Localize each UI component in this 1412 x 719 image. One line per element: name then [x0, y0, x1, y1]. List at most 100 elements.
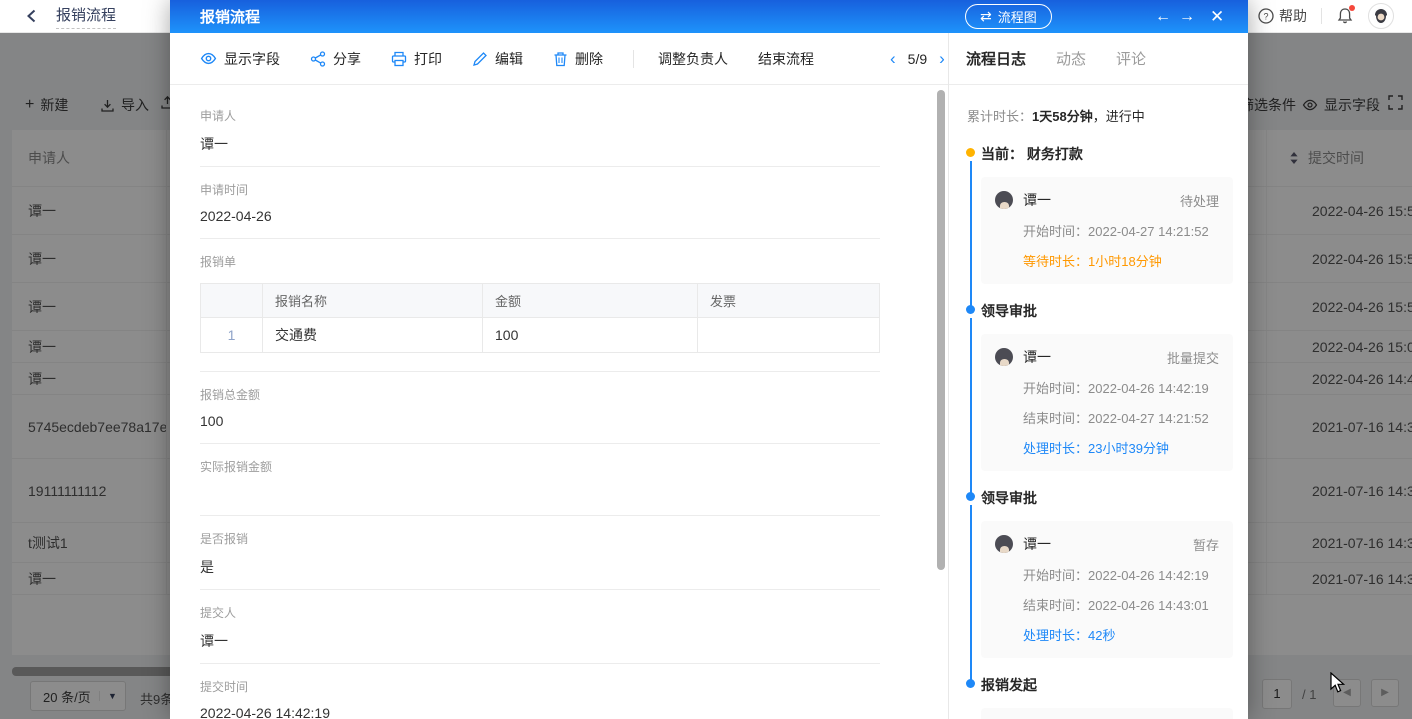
field-label: 是否报销 [200, 532, 249, 546]
adjust-owner-label: 调整负责人 [658, 50, 728, 67]
toolbar-divider [633, 49, 634, 68]
detail-modal: 报销流程 ⇄ 流程图 ← → ✕ 显示字段 分享 打印 编辑 删除 调整负责人 … [170, 0, 1248, 719]
end-flow-button[interactable]: 结束流程 [758, 49, 814, 69]
record-pager: ‹ 5/9 › [890, 50, 945, 67]
timeline-dot [966, 492, 975, 501]
name-header: 报销名称 [262, 283, 483, 318]
flowchart-label: 流程图 [997, 10, 1037, 25]
flowchart-icon: ⇄ [980, 8, 992, 24]
edit-button[interactable]: 编辑 [472, 49, 523, 69]
expand-right-icon[interactable]: → [1179, 8, 1195, 26]
tab-2[interactable]: 评论 [1116, 48, 1146, 69]
summary-duration: 1天58分钟 [1032, 109, 1093, 124]
timeline-host: 当前： 财务打款 谭一 待处理 开始时间：2022-04-27 14:21:52 等待时… [964, 144, 1233, 719]
modal-toolbar: 显示字段 分享 打印 编辑 删除 调整负责人 结束流程 ‹ 5/9 › [170, 33, 948, 85]
show-fields-button[interactable]: 显示字段 [200, 49, 280, 69]
log-line: 结束时间：2022-04-27 14:21:52 [1023, 411, 1209, 426]
help-icon: ? [1258, 8, 1274, 24]
field-value: 100 [200, 413, 224, 429]
edit-label: 编辑 [495, 50, 523, 67]
fields-top-host: 申请人 谭一 申请时间 2022-04-26 [200, 93, 880, 239]
expense-amount: 100 [482, 317, 698, 353]
log-action: 批量提交 [1166, 350, 1219, 366]
field-label: 实际报销金额 [200, 460, 273, 474]
record-pager-label: 5/9 [907, 50, 928, 67]
field-value [200, 485, 880, 503]
share-icon [310, 50, 326, 67]
form-field: 申请时间 2022-04-26 [200, 167, 880, 239]
step-title: 当前： 财务打款 [981, 146, 1083, 162]
log-card[interactable]: 谭一 暂存 开始时间：2022-04-26 14:42:19 结束时间：2022-04… [981, 521, 1233, 658]
notifications-button[interactable] [1336, 5, 1355, 25]
log-line: 处理时长：42秒 [1023, 628, 1116, 643]
field-label: 报销总金额 [200, 388, 261, 402]
help-label: 帮助 [1279, 8, 1307, 24]
app-window: 报销流程 ? 帮助 + 新建 导入 筛选条件 显示字段 申请人 提交时间 谭一 … [0, 0, 1412, 719]
close-icon: ✕ [1210, 6, 1225, 26]
share-label: 分享 [333, 50, 361, 67]
adjust-owner-button[interactable]: 调整负责人 [658, 49, 728, 69]
log-card[interactable]: 谭一 批量提交 开始时间：2022-04-26 14:42:19 结束时间：2022-… [981, 334, 1233, 471]
summary-label: 累计时长： [967, 109, 1033, 124]
table-row: 1 交通费 100 [200, 317, 880, 353]
print-button[interactable]: 打印 [391, 49, 442, 69]
field-label: 申请时间 [200, 183, 249, 197]
print-label: 打印 [414, 50, 442, 67]
field-value: 是 [200, 559, 214, 575]
mouse-cursor [1330, 672, 1346, 693]
help-button[interactable]: ? 帮助 [1258, 6, 1307, 26]
timeline-dot [966, 148, 975, 157]
invoice-header: 发票 [697, 283, 880, 318]
trash-icon [554, 51, 567, 66]
share-button[interactable]: 分享 [310, 49, 361, 69]
expense-items-group: 报销单 报销名称 金额 发票 1 交通费 100 [200, 239, 880, 372]
expense-invoice [697, 317, 880, 353]
prev-record-icon[interactable]: ‹ [890, 50, 896, 67]
delete-label: 删除 [575, 50, 603, 67]
timeline-node: 领导审批谭一 批量提交 开始时间：2022-04-26 14:42:19 结束时间：2… [964, 301, 1233, 493]
avatar-icon [1372, 7, 1390, 25]
close-button[interactable]: ✕ [1210, 0, 1224, 33]
user-avatar[interactable] [1368, 3, 1394, 29]
step-title: 报销发起 [981, 677, 1037, 693]
step-title: 领导审批 [981, 303, 1037, 319]
fields-bottom-host: 报销总金额 100 实际报销金额 是否报销是提交人谭一提交时间 2022-04-26 1… [200, 372, 880, 719]
collapse-left-icon[interactable]: ← [1155, 8, 1171, 26]
log-line: 结束时间：2022-04-26 14:43:01 [1023, 598, 1209, 613]
field-value: 谭一 [200, 633, 228, 649]
log-card[interactable]: 谭一 待处理 开始时间：2022-04-27 14:21:52 等待时长：1小时18分… [981, 177, 1233, 284]
form-field: 申请人 谭一 [200, 93, 880, 167]
timeline-connector [969, 318, 972, 493]
field-label: 提交人 [200, 606, 237, 620]
timeline-connector [969, 161, 972, 306]
printer-icon [391, 51, 407, 66]
log-card[interactable]: 谭一提交开始时间：2022-04-26 14:42:19结束时间：2022-04… [981, 708, 1233, 719]
field-value: 2022-04-26 14:42:19 [200, 705, 330, 719]
log-line: 开始时间：2022-04-27 14:21:52 [1023, 224, 1209, 239]
back-icon[interactable] [24, 8, 40, 24]
field-label: 报销单 [200, 255, 237, 269]
flowchart-button[interactable]: ⇄ 流程图 [965, 4, 1052, 29]
form-field: 提交时间 2022-04-26 14:42:19 [200, 664, 880, 719]
user-avatar [995, 535, 1013, 553]
duration-summary: 累计时长：1天58分钟，进行中 [964, 85, 1233, 127]
modal-header: 报销流程 ⇄ 流程图 ← → ✕ [170, 0, 1248, 33]
summary-status: ，进行中 [1092, 109, 1145, 124]
delete-button[interactable]: 删除 [553, 49, 603, 69]
timeline-node: 领导审批 谭一 暂存 开始时间：2022-04-26 14:42:19 结束时间：202… [964, 488, 1233, 680]
log-line: 开始时间：2022-04-26 14:42:19 [1023, 568, 1209, 583]
notification-badge [1349, 5, 1355, 11]
next-record-icon[interactable]: › [939, 50, 945, 67]
vertical-scrollbar[interactable] [937, 90, 945, 570]
log-content: 累计时长：1天58分钟，进行中 当前： 财务打款 谭一 待处理 开始时间：2022-0… [949, 85, 1248, 719]
log-action: 待处理 [1179, 193, 1219, 209]
form-field: 提交人 谭一 [200, 590, 880, 664]
form-field: 是否报销是 [200, 516, 880, 590]
log-tabs: 流程日志 动态 评论 [949, 33, 1248, 85]
tab-1[interactable]: 动态 [1056, 48, 1086, 69]
divider [1321, 8, 1322, 24]
tab-0[interactable]: 流程日志 [966, 48, 1026, 69]
form-field: 报销总金额 100 [200, 372, 880, 444]
svg-text:?: ? [1263, 12, 1268, 22]
pencil-icon [473, 51, 487, 66]
